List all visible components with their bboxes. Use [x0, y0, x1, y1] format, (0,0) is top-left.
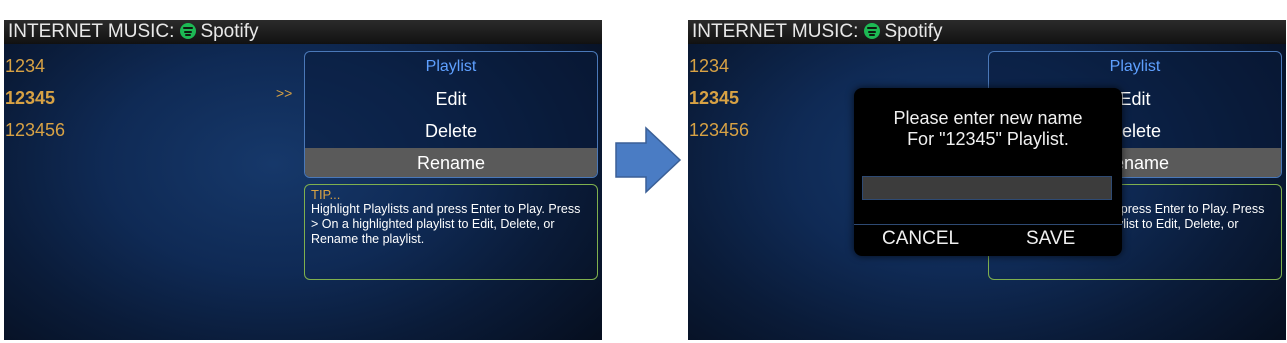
header-prefix: INTERNET MUSIC: — [8, 21, 175, 42]
screen-before: INTERNET MUSIC: Spotify 1234 12345 123456… — [4, 20, 602, 340]
screen-after: INTERNET MUSIC: Spotify 1234 12345 123456… — [688, 20, 1286, 340]
playlist-list: 1234 12345 123456 — [4, 50, 65, 146]
playlist-item[interactable]: 123456 — [688, 114, 749, 146]
tip-text: Highlight Playlists and press Enter to P… — [311, 202, 581, 246]
menu-item-delete[interactable]: Delete — [305, 116, 597, 148]
header-prefix: INTERNET MUSIC: — [692, 21, 859, 42]
rename-dialog: Please enter new name For "12345" Playli… — [854, 88, 1122, 256]
spotify-logo-icon — [864, 23, 881, 39]
playlist-item-highlighted[interactable]: 12345 — [4, 82, 65, 114]
playlist-item[interactable]: 1234 — [688, 50, 749, 82]
dialog-message-line2: For "12345" Playlist. — [907, 129, 1069, 149]
menu-item-rename[interactable]: Rename — [305, 148, 597, 177]
playlist-list: 1234 12345 123456 — [688, 50, 749, 146]
cancel-button[interactable]: CANCEL — [882, 228, 959, 250]
menu-item-edit[interactable]: Edit — [305, 84, 597, 116]
header-bar: INTERNET MUSIC: Spotify — [4, 20, 602, 44]
header-service: Spotify — [200, 21, 259, 42]
menu-title: Playlist — [1109, 58, 1161, 75]
spotify-logo-icon — [180, 23, 197, 39]
dialog-divider — [854, 224, 1122, 225]
right-arrow-icon — [615, 126, 682, 194]
header-service: Spotify — [884, 21, 943, 42]
playlist-item[interactable]: 1234 — [4, 50, 65, 82]
playlist-name-input[interactable] — [862, 176, 1112, 200]
tip-box: TIP... Highlight Playlists and press Ent… — [304, 184, 598, 280]
dialog-message-line1: Please enter new name — [893, 108, 1083, 128]
menu-title: Playlist — [425, 58, 477, 75]
selection-indicator: >> — [276, 85, 293, 101]
playlist-item[interactable]: 123456 — [4, 114, 65, 146]
playlist-menu: Playlist Edit Delete Rename — [304, 51, 598, 178]
save-button[interactable]: SAVE — [1026, 228, 1075, 250]
tip-heading: TIP... — [311, 187, 341, 202]
dialog-message: Please enter new name For "12345" Playli… — [854, 108, 1122, 150]
header-bar: INTERNET MUSIC: Spotify — [688, 20, 1286, 44]
playlist-item-highlighted[interactable]: 12345 — [688, 82, 749, 114]
